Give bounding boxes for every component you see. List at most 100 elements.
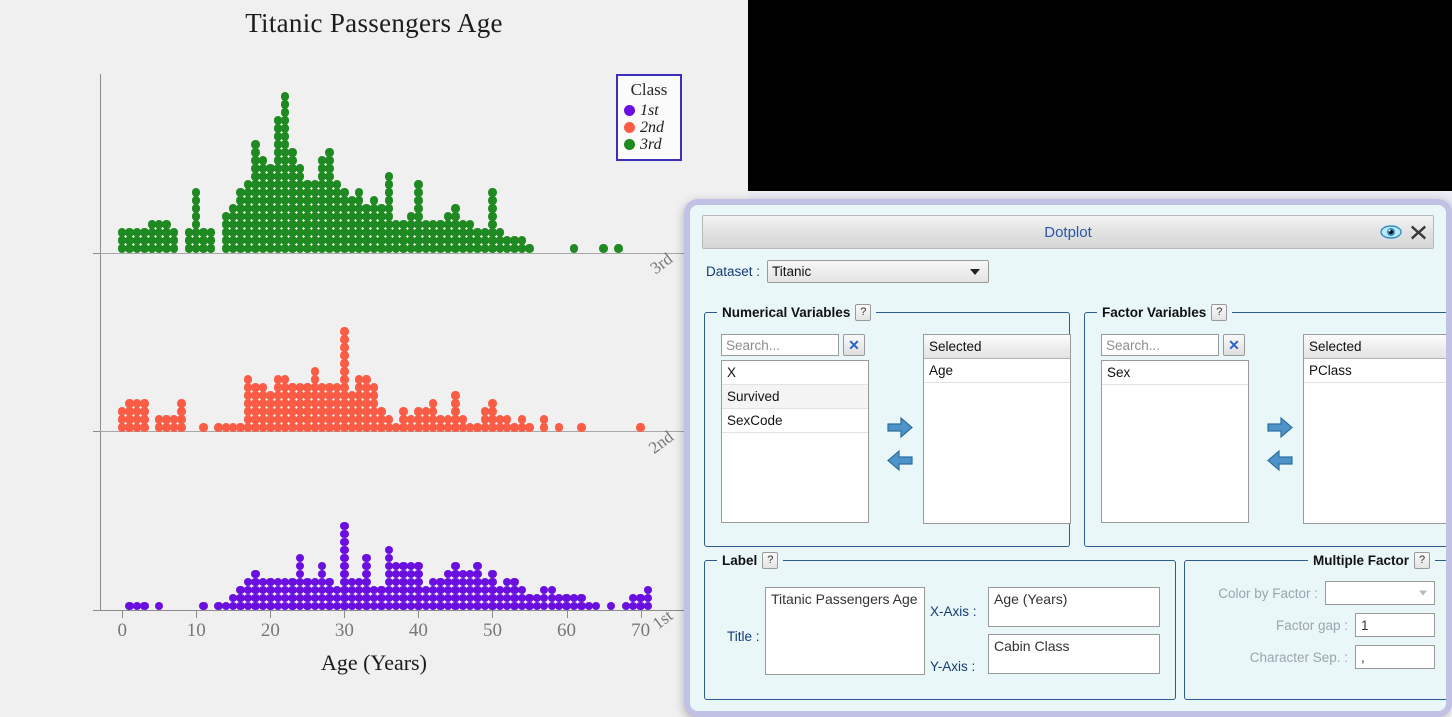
x-tick-label: 20	[260, 620, 280, 641]
data-point	[577, 423, 586, 432]
data-point	[169, 228, 179, 237]
list-item[interactable]: SexCode	[722, 409, 868, 433]
data-point	[547, 585, 556, 595]
dialog-titlebar[interactable]: Dotplot	[702, 215, 1434, 249]
label-group: Label ? Title : X-Axis : Y-Axis :	[704, 552, 1176, 700]
numerical-variables-legend: Numerical Variables ?	[717, 304, 877, 321]
data-point	[295, 561, 305, 571]
data-point	[451, 399, 460, 408]
y-tick	[93, 252, 100, 254]
data-point	[280, 132, 290, 141]
data-point	[340, 343, 349, 352]
x-axis-title: Age (Years)	[321, 650, 427, 675]
character-sep-input[interactable]	[1355, 645, 1435, 669]
data-point	[340, 545, 349, 555]
title-input[interactable]	[765, 587, 925, 675]
factor-variables-help-icon[interactable]: ?	[1211, 304, 1228, 321]
numerical-available-list[interactable]: X Survived SexCode	[721, 360, 869, 523]
numerical-search-input[interactable]	[721, 334, 839, 356]
factor-clear-button[interactable]: ✕	[1223, 334, 1245, 356]
data-point	[317, 569, 327, 579]
factor-gap-row: Factor gap :	[1199, 613, 1435, 637]
x-tick-label: 40	[408, 620, 428, 641]
yaxis-field-label: Y-Axis :	[930, 659, 976, 674]
factor-selected-list[interactable]: Selected PClass	[1303, 334, 1446, 524]
dataset-row: Dataset : Titanic	[706, 260, 1432, 283]
data-point	[243, 375, 253, 384]
factor-gap-label: Factor gap :	[1275, 617, 1348, 633]
color-by-factor-label: Color by Factor :	[1218, 585, 1318, 601]
data-point	[340, 561, 349, 571]
data-point	[140, 399, 149, 408]
character-sep-label: Character Sep. :	[1249, 649, 1348, 665]
label-group-legend: Label ?	[717, 552, 784, 569]
data-point	[192, 204, 201, 213]
data-point	[451, 212, 460, 221]
x-tick-label: 60	[557, 620, 577, 641]
numerical-selected-header: Selected	[924, 335, 1070, 359]
data-point	[377, 407, 386, 416]
list-item[interactable]: Survived	[722, 385, 868, 409]
data-point	[414, 180, 423, 189]
dialog-body: Dotplot Dataset : Titanic Numerical Vari…	[690, 205, 1446, 711]
data-point	[362, 577, 371, 587]
data-point	[340, 188, 349, 197]
x-tick	[418, 611, 420, 618]
legend-label: 1st	[640, 101, 659, 119]
data-point	[414, 212, 423, 221]
data-point	[325, 172, 334, 181]
data-point	[325, 577, 334, 587]
x-tick-label: 50	[482, 620, 502, 641]
xaxis-input[interactable]	[988, 587, 1160, 627]
data-point	[340, 351, 349, 360]
x-tick	[196, 611, 198, 618]
x-tick-label: 30	[334, 620, 354, 641]
data-point	[354, 196, 364, 205]
eye-icon[interactable]	[1380, 225, 1402, 239]
arrow-right-icon[interactable]	[887, 416, 913, 444]
data-point	[554, 423, 564, 432]
arrow-right-icon[interactable]	[1267, 416, 1293, 444]
label-help-icon[interactable]: ?	[762, 552, 779, 569]
list-item[interactable]: Age	[924, 359, 1070, 383]
data-point	[451, 407, 460, 416]
legend-entry: 3rd	[624, 136, 674, 153]
color-by-factor-select[interactable]	[1325, 581, 1435, 605]
arrow-left-icon[interactable]	[1267, 449, 1293, 477]
data-point	[317, 561, 327, 571]
list-item[interactable]: PClass	[1304, 359, 1446, 383]
x-tick-label: 0	[117, 620, 127, 641]
data-point	[369, 383, 379, 392]
factor-gap-input[interactable]	[1355, 613, 1435, 637]
data-point	[340, 367, 349, 376]
factor-search-input[interactable]	[1101, 334, 1219, 356]
data-point	[140, 407, 149, 416]
data-point	[451, 204, 460, 213]
data-point	[340, 529, 349, 539]
numerical-selected-list[interactable]: Selected Age	[923, 334, 1071, 524]
data-point	[340, 537, 349, 547]
numerical-variables-help-icon[interactable]: ?	[855, 304, 872, 321]
data-point	[458, 415, 468, 424]
multiple-factor-help-icon[interactable]: ?	[1414, 552, 1430, 569]
data-point	[606, 601, 616, 611]
yaxis-input[interactable]	[988, 634, 1160, 674]
dataset-select[interactable]: Titanic	[767, 260, 990, 283]
panel-separator	[100, 431, 685, 433]
data-point	[495, 228, 505, 237]
data-point	[206, 236, 216, 245]
list-item[interactable]: Sex	[1102, 361, 1248, 385]
data-point	[251, 569, 260, 579]
data-point	[517, 415, 527, 424]
arrow-left-icon[interactable]	[887, 449, 913, 477]
factor-available-list[interactable]: Sex	[1101, 360, 1249, 523]
x-tick	[640, 611, 642, 618]
data-point	[540, 423, 549, 432]
data-point	[169, 244, 179, 253]
numerical-clear-button[interactable]: ✕	[843, 334, 865, 356]
close-icon[interactable]	[1410, 224, 1427, 241]
data-point	[451, 391, 460, 400]
list-item[interactable]: X	[722, 361, 868, 385]
data-point	[517, 585, 527, 595]
data-point	[540, 415, 549, 424]
